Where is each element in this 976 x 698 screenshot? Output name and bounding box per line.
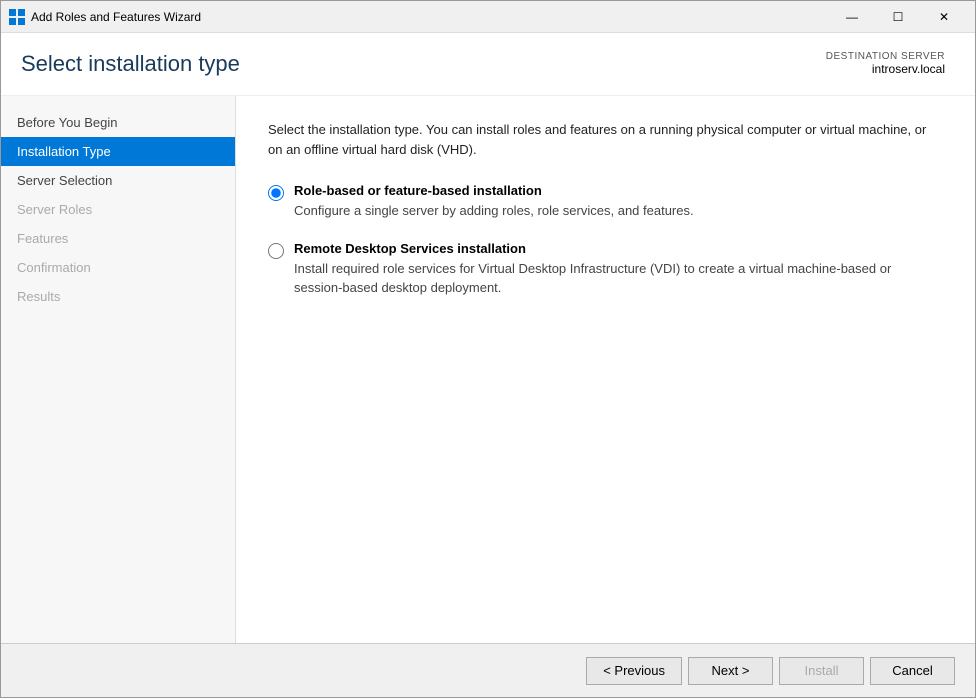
page-title: Select installation type: [21, 51, 240, 77]
header: Select installation type DESTINATION SER…: [1, 33, 975, 96]
option-role-based-desc: Configure a single server by adding role…: [294, 201, 694, 221]
content-area: Select the installation type. You can in…: [236, 96, 975, 643]
sidebar-item-server-selection[interactable]: Server Selection: [1, 166, 235, 195]
sidebar-item-features: Features: [1, 224, 235, 253]
cancel-button[interactable]: Cancel: [870, 657, 955, 685]
close-button[interactable]: ✕: [921, 1, 967, 33]
window-controls: — ☐ ✕: [829, 1, 967, 33]
main-window: Add Roles and Features Wizard — ☐ ✕ Sele…: [0, 0, 976, 698]
install-button[interactable]: Install: [779, 657, 864, 685]
sidebar-item-before-you-begin[interactable]: Before You Begin: [1, 108, 235, 137]
sidebar-item-installation-type[interactable]: Installation Type: [1, 137, 235, 166]
option-remote-desktop: Remote Desktop Services installation Ins…: [268, 241, 943, 298]
option-role-based: Role-based or feature-based installation…: [268, 183, 943, 221]
option-remote-desktop-desc: Install required role services for Virtu…: [294, 259, 934, 298]
sidebar-item-server-roles: Server Roles: [1, 195, 235, 224]
sidebar-item-results: Results: [1, 282, 235, 311]
option-remote-desktop-title[interactable]: Remote Desktop Services installation: [294, 241, 934, 256]
minimize-button[interactable]: —: [829, 1, 875, 33]
title-bar: Add Roles and Features Wizard — ☐ ✕: [1, 1, 975, 33]
destination-name: introserv.local: [872, 62, 945, 76]
previous-button[interactable]: < Previous: [586, 657, 682, 685]
installation-options: Role-based or feature-based installation…: [268, 183, 943, 298]
footer: < Previous Next > Install Cancel: [1, 643, 975, 697]
destination-label: DESTINATION SERVER: [826, 51, 945, 62]
option-role-based-title[interactable]: Role-based or feature-based installation: [294, 183, 694, 198]
next-button[interactable]: Next >: [688, 657, 773, 685]
main-content: Before You Begin Installation Type Serve…: [1, 96, 975, 643]
radio-remote-desktop[interactable]: [268, 243, 284, 259]
description-text: Select the installation type. You can in…: [268, 120, 928, 159]
radio-role-based[interactable]: [268, 185, 284, 201]
destination-server-info: DESTINATION SERVER introserv.local: [826, 51, 945, 76]
app-icon: [9, 9, 25, 25]
maximize-button[interactable]: ☐: [875, 1, 921, 33]
sidebar: Before You Begin Installation Type Serve…: [1, 96, 236, 643]
sidebar-item-confirmation: Confirmation: [1, 253, 235, 282]
window-title: Add Roles and Features Wizard: [31, 10, 829, 24]
